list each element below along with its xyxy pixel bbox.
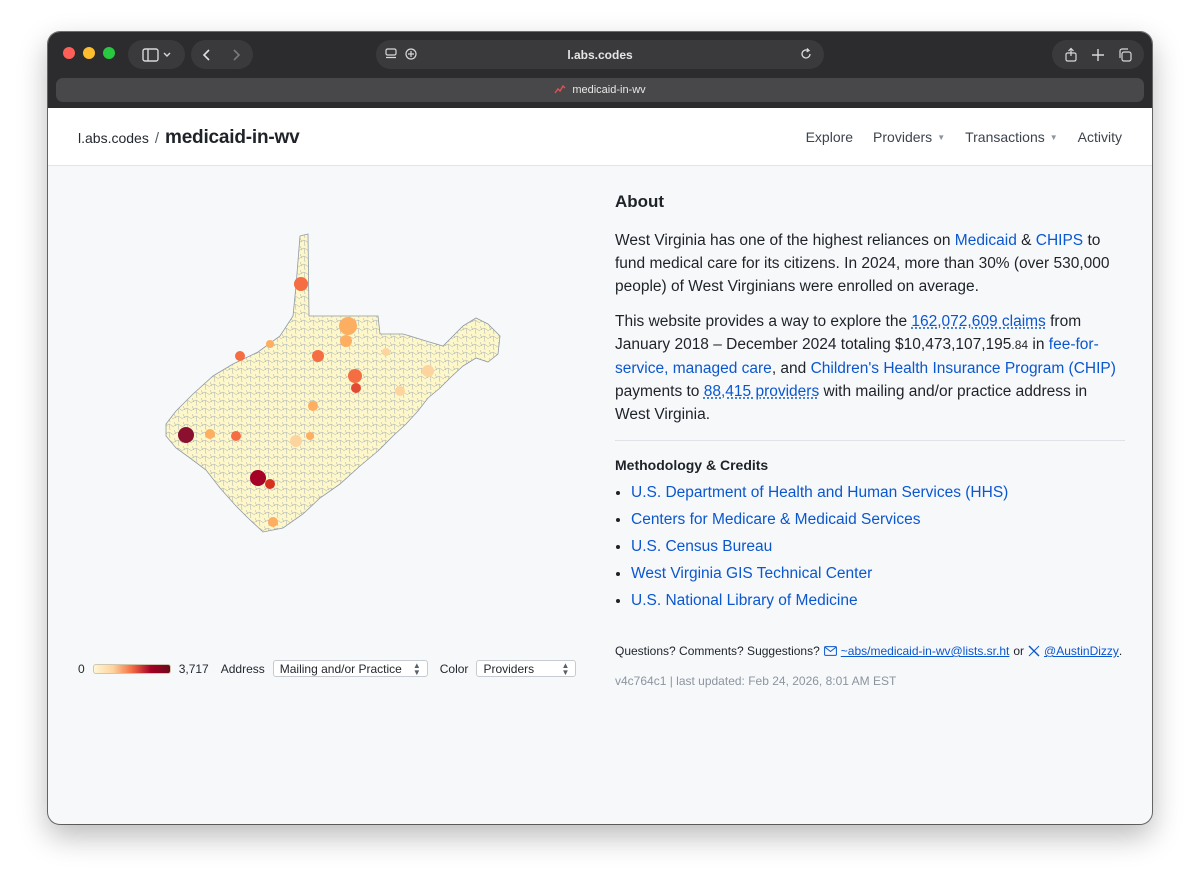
medicaid-link[interactable]: Medicaid [955, 232, 1017, 249]
nav-activity[interactable]: Activity [1078, 129, 1122, 145]
text-run: This website provides a way to explore t… [615, 313, 912, 330]
legend-min: 0 [78, 661, 85, 676]
breadcrumb: l.abs.codes / medicaid-in-wv [78, 127, 300, 149]
main-nav: Explore Providers ▼ Transactions ▼ Activit… [806, 129, 1122, 145]
credit-item: U.S. Census Bureau [631, 533, 1125, 560]
sidebar-toggle-button[interactable] [128, 40, 185, 69]
page-title[interactable]: medicaid-in-wv [165, 127, 300, 149]
address-select[interactable]: Mailing and/or Practice ▲ ▼ [272, 660, 428, 677]
legend-gradient [92, 663, 171, 674]
providers-link[interactable]: 88,415 providers [704, 383, 819, 400]
text-run: West Virginia has one of the highest rel… [615, 232, 955, 249]
claims-link[interactable]: 162,072,609 claims [911, 313, 1045, 330]
mail-icon [823, 646, 837, 656]
tab-title: medicaid-in-wv [572, 84, 646, 96]
address-select-value: Mailing and/or Practice [279, 661, 402, 676]
minimize-window-button[interactable] [83, 47, 95, 59]
total-amount-cents: .84 [1011, 338, 1029, 352]
nav-transactions[interactable]: Transactions ▼ [965, 129, 1058, 145]
credit-hhs-link[interactable]: U.S. Department of Health and Human Serv… [631, 484, 1008, 501]
site-header: l.abs.codes / medicaid-in-wv Explore Pro… [48, 108, 1152, 166]
text-run: in [1028, 336, 1049, 353]
total-amount: $10,473,107,195 [895, 336, 1012, 353]
nav-explore-label: Explore [805, 129, 854, 145]
about-paragraph-2: This website provides a way to explore t… [615, 310, 1125, 426]
chevron-down-icon: ▼ [937, 132, 946, 142]
about-paragraph-1: West Virginia has one of the highest rel… [615, 229, 1125, 298]
select-arrows-icon: ▲ ▼ [561, 660, 570, 677]
credit-nlm-link[interactable]: U.S. National Library of Medicine [631, 592, 858, 609]
extensions-icon[interactable] [404, 47, 418, 61]
credit-wvgis-link[interactable]: West Virginia GIS Technical Center [631, 565, 872, 582]
forward-icon[interactable] [222, 48, 244, 62]
mailing-list-link[interactable]: ~abs/medicaid-in-wv@lists.sr.ht [841, 644, 1010, 658]
site-link[interactable]: l.abs.codes [78, 130, 149, 146]
reload-icon[interactable] [798, 46, 814, 62]
color-label: Color [439, 661, 469, 676]
url-text: l.abs.codes [567, 47, 633, 62]
color-select[interactable]: Providers ▲ ▼ [476, 660, 577, 677]
new-tab-icon[interactable] [1090, 47, 1106, 63]
sidebar-icon [141, 47, 170, 62]
version-info: v4c764c1 | last updated: Feb 24, 2026, 8… [615, 674, 897, 688]
twitter-link[interactable]: @AustinDizzy [1044, 644, 1119, 658]
text-run: payments to [615, 383, 704, 400]
nav-explore[interactable]: Explore [806, 129, 853, 145]
favicon-icon [554, 84, 566, 94]
chevron-down-icon: ▼ [1049, 132, 1058, 142]
share-icon[interactable] [1063, 47, 1079, 63]
text-run: , and [771, 360, 811, 377]
map-legend: 0 3,717 Address Mailing and/or Practice … [78, 660, 577, 677]
nav-transactions-label: Transactions [965, 129, 1045, 145]
tab-overview-icon[interactable] [1117, 47, 1133, 63]
contact-line: Questions? Comments? Suggestions? ~abs/m… [615, 644, 1125, 658]
tab-active[interactable]: medicaid-in-wv [56, 78, 1144, 102]
color-select-value: Providers [483, 661, 535, 676]
divider [615, 440, 1125, 441]
credit-item: U.S. Department of Health and Human Serv… [631, 479, 1125, 506]
address-label: Address [220, 661, 265, 676]
or-text: or [1013, 644, 1025, 658]
credit-item: West Virginia GIS Technical Center [631, 560, 1125, 587]
period-text: . [1118, 644, 1123, 658]
credit-item: U.S. National Library of Medicine [631, 587, 1125, 614]
credits-list: U.S. Department of Health and Human Serv… [615, 479, 1125, 614]
close-window-button[interactable] [63, 47, 75, 59]
x-twitter-icon [1028, 645, 1040, 657]
zoom-window-button[interactable] [103, 47, 115, 59]
about-panel: About West Virginia has one of the highe… [615, 192, 1125, 688]
window-actions [1052, 40, 1144, 69]
about-heading: About [615, 192, 665, 211]
nav-activity-label: Activity [1077, 129, 1122, 145]
methodology-heading: Methodology & Credits [615, 457, 769, 473]
map-panel: 0 3,717 Address Mailing and/or Practice … [48, 166, 588, 677]
browser-toolbar: l.abs.codes medicaid-in-wv [48, 32, 1152, 108]
nav-providers-label: Providers [873, 129, 933, 145]
text-run: & [1016, 232, 1036, 249]
nav-providers[interactable]: Providers ▼ [873, 129, 945, 145]
legend-max: 3,717 [178, 661, 209, 676]
chips-link[interactable]: CHIPS [1036, 232, 1083, 249]
west-virginia-choropleth-map[interactable] [48, 166, 588, 546]
back-icon[interactable] [200, 48, 222, 62]
address-bar[interactable]: l.abs.codes [376, 40, 824, 69]
history-nav [191, 40, 253, 69]
select-arrows-icon: ▲ ▼ [412, 660, 421, 677]
credit-census-link[interactable]: U.S. Census Bureau [631, 538, 772, 555]
questions-text: Questions? Comments? Suggestions? [615, 644, 820, 658]
credit-item: Centers for Medicare & Medicaid Services [631, 506, 1125, 533]
chip-link[interactable]: Children's Health Insurance Program (CHI… [811, 360, 1116, 377]
page-menu-icon[interactable] [384, 47, 398, 61]
browser-window: l.abs.codes medicaid-in-wv l.abs.codes /… [48, 32, 1152, 824]
credit-cms-link[interactable]: Centers for Medicare & Medicaid Services [631, 511, 920, 528]
breadcrumb-separator: / [154, 130, 159, 147]
